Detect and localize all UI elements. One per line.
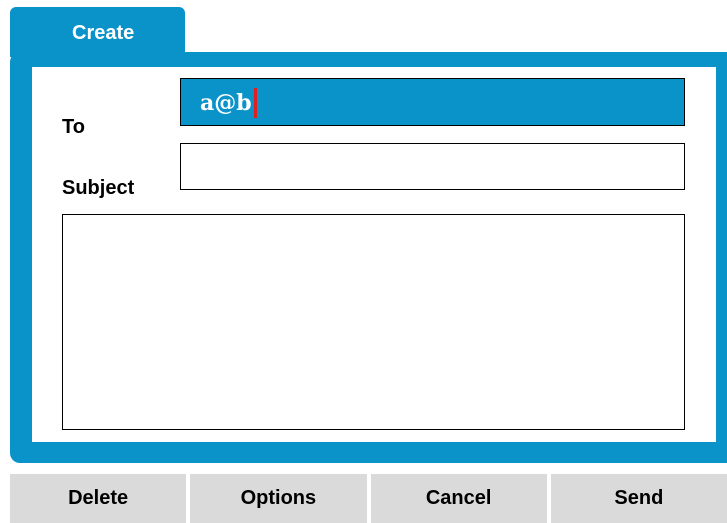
- message-body-field[interactable]: [62, 214, 685, 430]
- delete-button[interactable]: Delete: [10, 474, 187, 523]
- compose-screen: Create To a@b Subject Delete Options Can…: [0, 0, 727, 523]
- cancel-button[interactable]: Cancel: [370, 474, 547, 523]
- to-value: a@b: [200, 90, 252, 116]
- tab-create[interactable]: Create: [10, 7, 185, 57]
- send-button[interactable]: Send: [550, 474, 727, 523]
- options-button[interactable]: Options: [190, 474, 367, 523]
- subject-label: Subject: [62, 177, 135, 199]
- to-label: To: [62, 116, 85, 138]
- subject-field[interactable]: [180, 143, 685, 190]
- to-field[interactable]: a@b: [180, 78, 685, 126]
- compose-panel: To a@b Subject: [32, 67, 716, 442]
- to-value-wrapper: a@b: [200, 88, 257, 118]
- compose-frame: To a@b Subject: [10, 52, 727, 463]
- softkey-bar: Delete Options Cancel Send: [10, 474, 727, 523]
- text-caret: [253, 88, 257, 118]
